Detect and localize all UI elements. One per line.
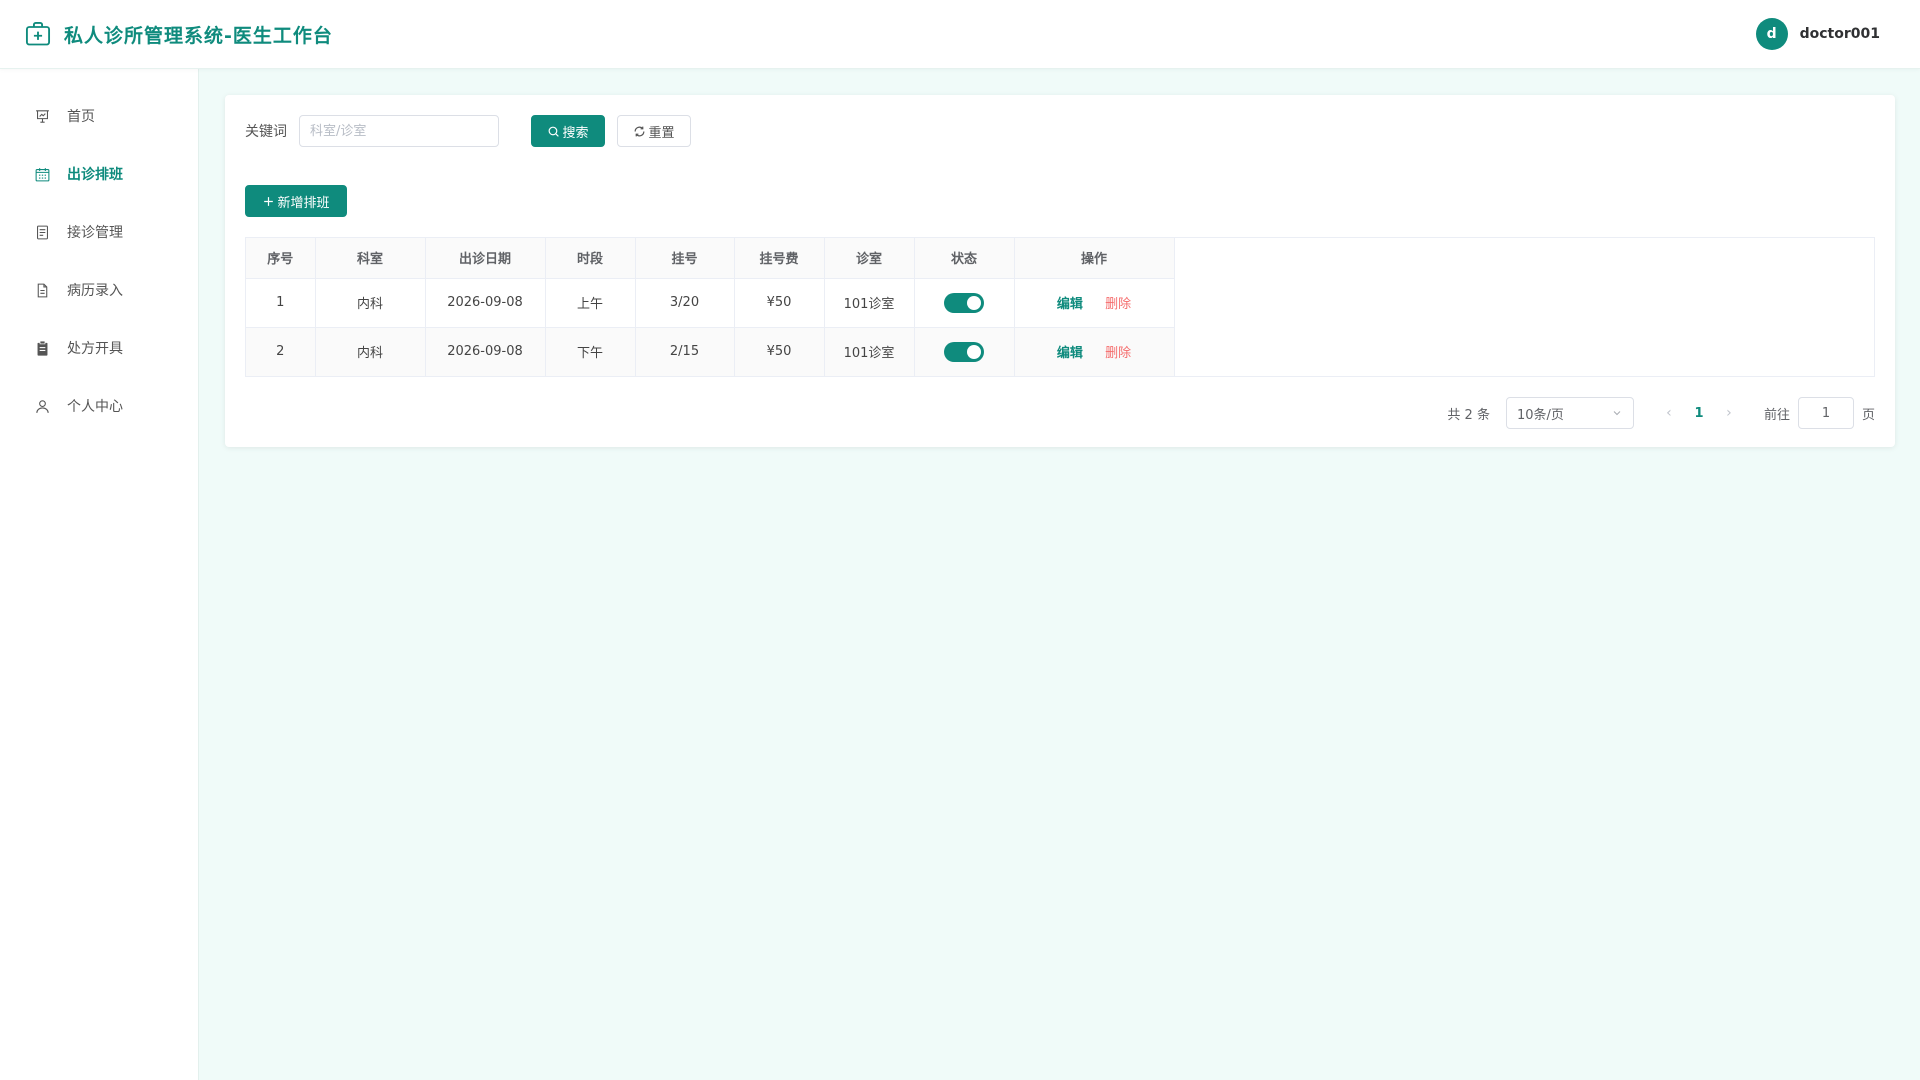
sidebar-item-label: 处方开具: [67, 341, 123, 357]
table-row: 2 内科 2026-09-08 下午 2/15 ¥50 101诊室 编辑 删除: [246, 327, 1175, 376]
cell-actions: 编辑 删除: [1014, 327, 1175, 376]
pagination: 共 2 条 10条/页 ‹ 1 › 前往 页: [245, 397, 1875, 429]
cell-department: 内科: [315, 327, 426, 376]
sidebar-item-label: 个人中心: [67, 399, 123, 415]
total-count: 共 2 条: [1447, 407, 1490, 423]
app-title: 私人诊所管理系统-医生工作台: [64, 24, 333, 47]
cell-date: 2026-09-08: [425, 278, 546, 328]
refresh-icon: [635, 126, 645, 136]
cell-room: 101诊室: [824, 327, 915, 376]
top-header: 私人诊所管理系统-医生工作台 d doctor001: [0, 0, 1920, 69]
column-header: 出诊日期: [425, 238, 546, 279]
cell-period: 下午: [545, 327, 636, 376]
column-header: 状态: [914, 238, 1015, 279]
reset-button-label: 重置: [648, 125, 675, 141]
cell-department: 内科: [315, 278, 426, 328]
next-page-button[interactable]: ›: [1714, 405, 1744, 421]
sidebar-item-label: 首页: [67, 109, 95, 125]
schedule-card: 关键词 搜索 重置 新增排班: [225, 95, 1895, 447]
keyword-input[interactable]: [299, 115, 499, 147]
page-number[interactable]: 1: [1684, 406, 1714, 421]
column-header: 科室: [315, 238, 426, 279]
cell-registered: 2/15: [635, 327, 735, 376]
dashboard-icon: [36, 109, 49, 123]
status-toggle[interactable]: [944, 292, 984, 313]
username[interactable]: doctor001: [1800, 26, 1880, 42]
calendar-icon: [35, 167, 50, 181]
table-row: 1 内科 2026-09-08 上午 3/20 ¥50 101诊室 编辑 删除: [246, 278, 1175, 328]
sidebar-item-prescription[interactable]: 处方开具: [0, 319, 198, 377]
cell-fee: ¥50: [734, 327, 825, 376]
column-header: 序号: [246, 238, 316, 279]
cell-actions: 编辑 删除: [1014, 278, 1175, 328]
file-text-icon: [37, 283, 48, 297]
column-header: 诊室: [824, 238, 915, 279]
goto-page-input[interactable]: [1797, 397, 1854, 429]
column-header: 操作: [1014, 238, 1175, 279]
reset-button[interactable]: 重置: [617, 115, 691, 147]
cell-index: 1: [246, 278, 316, 328]
sidebar-item-profile[interactable]: 个人中心: [0, 377, 198, 435]
column-header: 时段: [545, 238, 636, 279]
user-menu[interactable]: d doctor001: [1755, 18, 1880, 50]
table-header-row: 序号 科室 出诊日期 时段 挂号 挂号费 诊室 状态 操作: [246, 238, 1175, 279]
sidebar-item-label: 病历录入: [67, 283, 123, 299]
clipboard-icon: [37, 340, 48, 356]
edit-link[interactable]: 编辑: [1057, 297, 1083, 312]
search-button[interactable]: 搜索: [531, 115, 605, 147]
main-content: 关键词 搜索 重置 新增排班: [225, 95, 1895, 447]
add-schedule-button[interactable]: 新增排班: [245, 185, 347, 217]
chevron-down-icon: [1613, 411, 1621, 416]
plus-icon: [264, 196, 274, 206]
document-icon: [37, 225, 48, 239]
cell-index: 2: [246, 327, 316, 376]
cell-period: 上午: [545, 278, 636, 328]
cell-status: [914, 327, 1015, 376]
sidebar-item-consultation[interactable]: 接诊管理: [0, 203, 198, 261]
goto-label: 前往: [1763, 407, 1790, 423]
cell-date: 2026-09-08: [425, 327, 546, 376]
sidebar-item-label: 接诊管理: [67, 225, 123, 241]
brand: 私人诊所管理系统-医生工作台: [24, 20, 333, 48]
medical-kit-icon: [25, 21, 51, 46]
column-header: 挂号: [635, 238, 735, 279]
cell-room: 101诊室: [824, 278, 915, 328]
user-icon: [36, 399, 49, 413]
prev-page-button[interactable]: ‹: [1654, 405, 1684, 421]
sidebar-item-home[interactable]: 首页: [0, 87, 198, 145]
goto-suffix: 页: [1861, 407, 1875, 423]
search-bar: 关键词 搜索 重置: [245, 115, 1875, 147]
sidebar-item-medical-record[interactable]: 病历录入: [0, 261, 198, 319]
cell-status: [914, 278, 1015, 328]
schedule-table: 序号 科室 出诊日期 时段 挂号 挂号费 诊室 状态 操作 1 内科 2026-…: [245, 237, 1875, 377]
sidebar: 首页 出诊排班 接诊管理 病历录入 处方开具 个人中心: [0, 69, 199, 1080]
add-button-label: 新增排班: [277, 195, 330, 211]
avatar[interactable]: d: [1755, 18, 1788, 50]
search-icon: [549, 126, 560, 137]
page-size-value: 10条/页: [1516, 407, 1564, 423]
delete-link[interactable]: 删除: [1105, 346, 1131, 361]
sidebar-item-label: 出诊排班: [67, 167, 123, 183]
cell-registered: 3/20: [635, 278, 735, 328]
page-size-select[interactable]: 10条/页: [1505, 397, 1634, 429]
keyword-label: 关键词: [245, 124, 287, 140]
column-header: 挂号费: [734, 238, 825, 279]
cell-fee: ¥50: [734, 278, 825, 328]
toolbar: 新增排班: [245, 185, 1875, 217]
sidebar-item-schedule[interactable]: 出诊排班: [0, 145, 198, 203]
edit-link[interactable]: 编辑: [1057, 346, 1083, 361]
delete-link[interactable]: 删除: [1105, 297, 1131, 312]
status-toggle[interactable]: [944, 341, 984, 362]
search-button-label: 搜索: [562, 125, 589, 141]
